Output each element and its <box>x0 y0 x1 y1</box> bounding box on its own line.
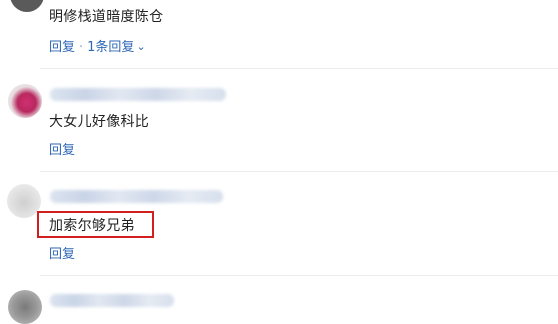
comment-text: 大女儿好像科比 <box>49 114 150 130</box>
highlight-box <box>37 211 154 238</box>
avatar[interactable] <box>10 0 44 12</box>
divider <box>40 275 558 276</box>
reply-link[interactable]: 回复 <box>49 143 75 158</box>
avatar[interactable] <box>7 184 41 218</box>
divider <box>40 68 558 69</box>
username-blurred <box>50 88 226 101</box>
comment-text: 明修栈道暗度陈仓 <box>49 9 164 25</box>
avatar[interactable] <box>8 84 42 118</box>
avatar[interactable] <box>8 290 42 324</box>
view-replies-link[interactable]: 1条回复 <box>87 40 134 55</box>
comment-actions: 回复 · 1条回复 ⌄ <box>49 36 146 55</box>
separator-dot: · <box>79 40 84 55</box>
comment-actions: 回复 <box>49 139 75 158</box>
reply-link[interactable]: 回复 <box>49 247 75 262</box>
chevron-down-icon[interactable]: ⌄ <box>136 40 145 53</box>
comment-actions: 回复 <box>49 243 75 262</box>
username-blurred <box>50 294 174 307</box>
divider <box>40 171 558 172</box>
reply-link[interactable]: 回复 <box>49 40 75 55</box>
username-blurred <box>50 190 223 203</box>
